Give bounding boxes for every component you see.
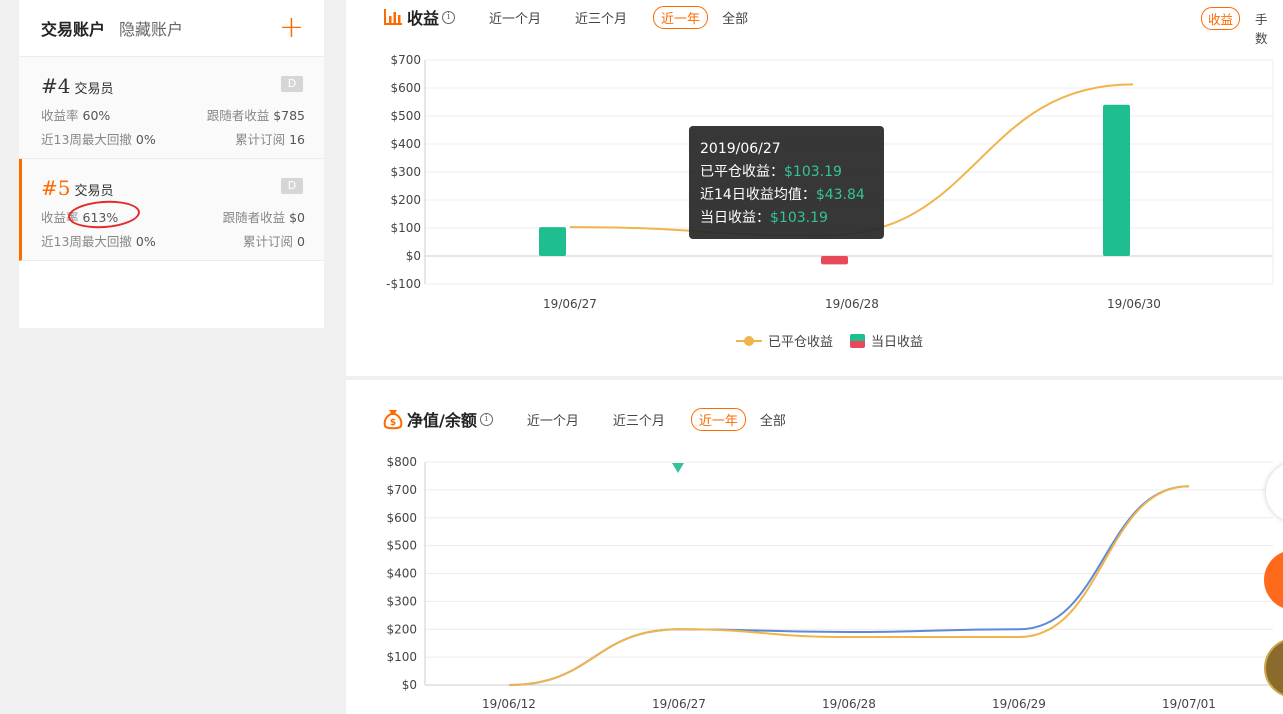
equity-chart: $800 $700 $600 $500 $400 $300 $200 $100 $0 19/06/… <box>386 455 1273 711</box>
bar-chart-icon <box>384 9 402 25</box>
y-tick-label: $400 <box>390 137 421 151</box>
x-tick-label: 19/07/01 <box>1162 697 1216 711</box>
subscriptions-stat: 累计订阅 16 <box>235 132 305 147</box>
follower-profit-stat: 跟随者收益 $785 <box>206 108 305 123</box>
y-tick-label: $400 <box>386 567 417 581</box>
legend-daily-profit[interactable]: 当日收益 <box>871 331 923 350</box>
filter-all[interactable]: 全部 <box>714 6 756 29</box>
equity-line <box>508 485 1190 686</box>
daily-profit-bar <box>1103 104 1130 256</box>
profit-header: 收益 i 近一个月 近三个月 近一年 全部 <box>383 5 756 29</box>
y-tick-label: $100 <box>386 650 417 664</box>
equity-title: 净值/余额 <box>407 411 477 430</box>
money-bag-icon: $ <box>383 410 403 430</box>
tooltip-date: 2019/06/27 <box>700 141 781 157</box>
y-tick-label: $600 <box>386 511 417 525</box>
filter-1m[interactable]: 近一个月 <box>481 6 549 29</box>
tooltip-value: $43.84 <box>815 187 865 203</box>
profit-title: 收益 <box>407 9 440 28</box>
tooltip-label: 当日收益： <box>700 210 770 226</box>
y-tick-label: $700 <box>390 53 421 67</box>
x-tick-label: 19/06/27 <box>652 697 706 711</box>
equity-header: $ 净值/余额 i 近一个月 近三个月 近一年 全部 <box>383 407 794 431</box>
tab-trading-accounts[interactable]: 交易账户 <box>41 16 105 40</box>
subscriptions-stat: 累计订阅 0 <box>243 234 305 249</box>
y-tick-label: $0 <box>402 678 417 692</box>
daily-profit-bar <box>821 256 848 265</box>
chart-tooltip: 2019/06/27 已平仓收益：$103.19 近14日收益均值：$43.84… <box>689 126 884 239</box>
info-icon[interactable]: i <box>479 412 493 426</box>
follower-profit-stat: 跟随者收益 $0 <box>222 210 305 225</box>
y-tick-label: $500 <box>390 109 421 123</box>
sidebar-header: 交易账户 隐藏账户 + <box>19 0 324 57</box>
tooltip-label: 已平仓收益： <box>700 164 784 180</box>
account-name: 交易员 <box>74 184 114 199</box>
y-tick-label: $500 <box>386 539 417 553</box>
filter-3m[interactable]: 近三个月 <box>605 408 673 431</box>
drawdown-stat: 近13周最大回撤 0% <box>41 234 156 249</box>
y-tick-label: $700 <box>386 483 417 497</box>
demo-badge: D <box>281 76 303 92</box>
filter-1y[interactable]: 近一年 <box>690 407 746 431</box>
account-number: #5 <box>41 176 71 200</box>
y-tick-label: $100 <box>390 221 421 235</box>
x-tick-label: 19/06/12 <box>482 697 536 711</box>
y-tick-label: $600 <box>390 81 421 95</box>
tooltip-label: 近14日收益均值： <box>700 187 816 203</box>
y-tick-label: -$100 <box>386 277 421 291</box>
info-icon[interactable]: i <box>442 10 456 24</box>
filter-1m[interactable]: 近一个月 <box>519 408 587 431</box>
x-tick-label: 19/06/30 <box>1107 297 1161 311</box>
y-tick-label: $200 <box>390 193 421 207</box>
filter-1y[interactable]: 近一年 <box>653 5 709 29</box>
drawdown-stat: 近13周最大回撤 0% <box>41 132 156 147</box>
y-tick-label: $300 <box>390 165 421 179</box>
legend-closed-profit[interactable]: 已平仓收益 <box>768 331 833 350</box>
svg-text:$: $ <box>390 418 396 428</box>
daily-profit-bar <box>539 227 566 256</box>
x-tick-label: 19/06/28 <box>825 297 879 311</box>
legend-bar-swatch <box>850 333 866 348</box>
tooltip-value: $103.19 <box>770 210 828 226</box>
x-tick-label: 19/06/27 <box>543 297 597 311</box>
account-number: #4 <box>41 74 71 98</box>
demo-badge: D <box>281 178 303 194</box>
x-tick-label: 19/06/28 <box>822 697 876 711</box>
account-card-4[interactable]: #4 交易员 D 收益率 60% 跟随者收益 $785 近13周最大回撤 0% … <box>19 57 324 159</box>
filter-all[interactable]: 全部 <box>752 408 794 431</box>
add-account-icon[interactable]: + <box>279 10 304 46</box>
account-sidebar: 交易账户 隐藏账户 + #4 交易员 D 收益率 60% 跟随者收益 $785 … <box>19 0 324 328</box>
tab-lots[interactable]: 手数 <box>1248 7 1283 49</box>
y-tick-label: $800 <box>386 455 417 469</box>
marker-triangle <box>672 463 684 473</box>
account-card-5[interactable]: #5 交易员 D 收益率 613% 跟随者收益 $0 近13周最大回撤 0% 累… <box>19 159 324 261</box>
filter-3m[interactable]: 近三个月 <box>567 6 635 29</box>
x-tick-label: 19/06/29 <box>992 697 1046 711</box>
yield-stat: 收益率 60% <box>41 108 111 123</box>
legend-line-swatch <box>736 335 762 346</box>
y-tick-label: $0 <box>406 249 421 263</box>
y-tick-label: $200 <box>386 622 417 636</box>
tab-hidden-accounts[interactable]: 隐藏账户 <box>119 16 183 40</box>
y-tick-label: $300 <box>386 594 417 608</box>
chart-legend: 已平仓收益 当日收益 <box>736 331 923 350</box>
tooltip-value: $103.19 <box>784 164 842 180</box>
account-name: 交易员 <box>74 82 114 97</box>
tab-profit[interactable]: 收益 <box>1201 7 1241 30</box>
